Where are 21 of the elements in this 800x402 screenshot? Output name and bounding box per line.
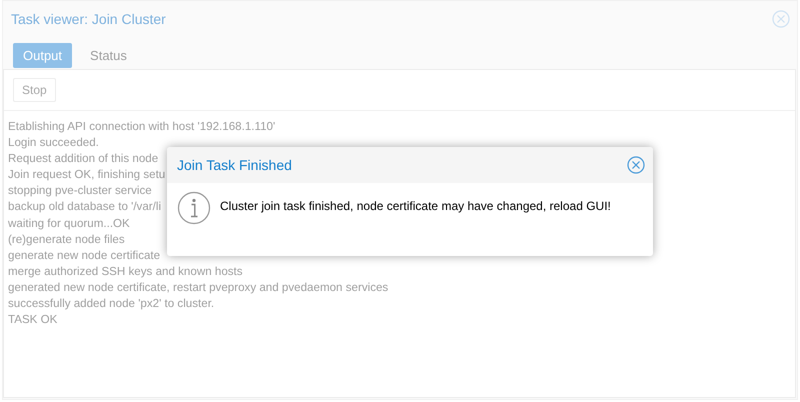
log-line: backup old database to '/var/li [8,199,162,216]
dialog-title: Join Task Finished [177,157,292,173]
log-line: (re)generate node files [8,232,125,248]
log-line: Etablishing API connection with host '192.168.1.110' [8,119,276,135]
log-line: waiting for quorum...OK [8,216,130,232]
log-line: Join request OK, finishing setu [8,167,166,184]
log-line: generate new node certificate [8,248,160,264]
log-line: stopping pve-cluster service [8,183,152,200]
stop-button[interactable]: Stop [13,78,56,102]
log-line: merge authorized SSH keys and known hosts [8,264,243,280]
log-line: Request addition of this node [8,151,158,168]
log-line: successfully added node 'px2' to cluster. [8,296,214,312]
close-icon[interactable] [627,156,645,174]
dialog-message: Cluster join task finished, node certificate may have changed, reload GUI! [220,199,611,213]
tab[interactable]: Output [13,43,72,68]
window-title: Task viewer: Join Cluster [11,11,166,27]
tab[interactable]: Status [80,43,137,68]
info-icon [177,191,211,225]
log-line: Login succeeded. [8,135,99,152]
log-line: generated new node certificate, restart pveproxy and pvedaemon services [8,280,388,296]
log-line: TASK OK [8,312,58,328]
